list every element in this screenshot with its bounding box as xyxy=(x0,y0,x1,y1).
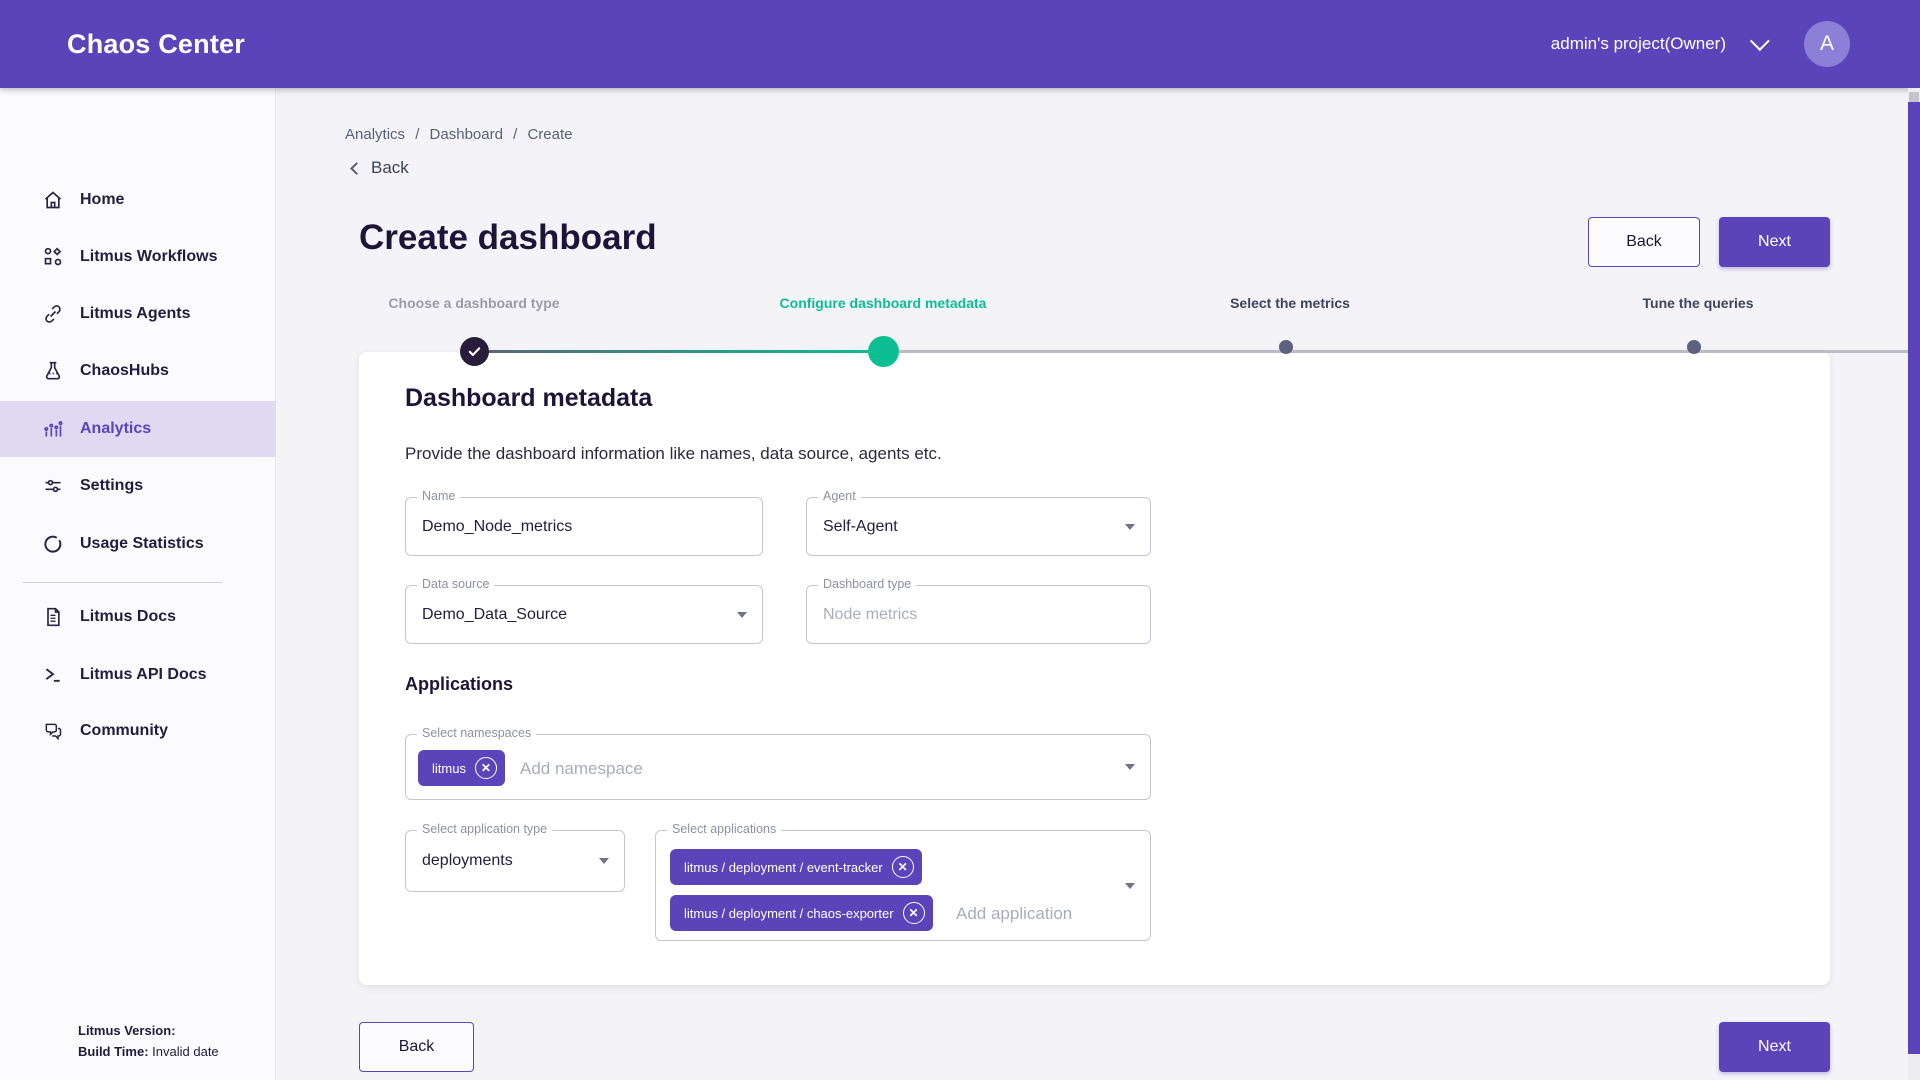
sidebar-item-home[interactable]: Home xyxy=(0,172,276,228)
step-label-tune-queries: Tune the queries xyxy=(1643,295,1754,311)
namespaces-field-label: Select namespaces xyxy=(417,726,536,740)
chip-remove-icon[interactable]: ✕ xyxy=(475,757,497,779)
breadcrumb-separator: / xyxy=(513,126,517,143)
application-type-select[interactable]: Select application type deployments xyxy=(405,830,625,892)
sidebar-item-litmus-api-docs[interactable]: Litmus API Docs xyxy=(0,647,276,703)
step-label-select-metrics: Select the metrics xyxy=(1230,295,1350,311)
step-dot-current[interactable] xyxy=(868,336,899,367)
agent-select[interactable]: Agent Self-Agent xyxy=(806,497,1151,556)
stepper-connector-done xyxy=(474,350,883,353)
page-scrollbar[interactable] xyxy=(1908,88,1920,1080)
breadcrumb-separator: / xyxy=(415,126,419,143)
namespaces-placeholder[interactable]: Add namespace xyxy=(520,759,643,779)
sliders-icon xyxy=(42,475,64,497)
sidebar-divider xyxy=(22,582,222,583)
sidebar-item-usage-statistics[interactable]: Usage Statistics xyxy=(0,516,276,572)
chip-remove-icon[interactable]: ✕ xyxy=(903,902,925,924)
dashboard-metadata-card: Dashboard metadata Provide the dashboard… xyxy=(359,352,1830,985)
sidebar-item-chaoshubs[interactable]: ChaosHubs xyxy=(0,343,276,399)
sidebar-item-settings[interactable]: Settings xyxy=(0,458,276,514)
app-header: Chaos Center admin's project(Owner) A xyxy=(0,0,1920,88)
dashboard-type-input[interactable] xyxy=(823,586,1115,643)
data-source-selected-value: Demo_Data_Source xyxy=(422,606,567,624)
scrollbar-thumb[interactable] xyxy=(1908,102,1920,1054)
sidebar-item-litmus-workflows[interactable]: Litmus Workflows xyxy=(0,229,276,285)
application-chip: litmus / deployment / event-tracker ✕ xyxy=(670,849,922,885)
applications-field-label: Select applications xyxy=(667,822,781,836)
flask-icon xyxy=(42,360,64,382)
sidebar-item-community[interactable]: Community xyxy=(0,703,276,759)
next-button-bottom[interactable]: Next xyxy=(1719,1022,1830,1072)
application-type-selected-value: deployments xyxy=(422,852,513,870)
namespaces-multiselect[interactable]: Select namespaces litmus ✕ Add namespace xyxy=(405,734,1151,800)
app-title: Chaos Center xyxy=(67,29,245,60)
terminal-icon xyxy=(42,664,64,686)
sidebar-item-analytics[interactable]: Analytics xyxy=(0,401,276,457)
workflows-icon xyxy=(42,246,64,268)
main-content: Analytics / Dashboard / Create Back Crea… xyxy=(276,88,1908,1080)
applications-multiselect[interactable]: Select applications litmus / deployment … xyxy=(655,830,1151,941)
step-dot-select-metrics[interactable] xyxy=(1279,340,1293,354)
next-button-top[interactable]: Next xyxy=(1719,217,1830,267)
breadcrumb: Analytics / Dashboard / Create xyxy=(345,126,578,143)
home-icon xyxy=(42,189,64,211)
sidebar: Home Litmus Workflows Litmus Agents Chao… xyxy=(0,88,276,1080)
page-title: Create dashboard xyxy=(359,218,657,258)
back-button-bottom[interactable]: Back xyxy=(359,1022,474,1072)
breadcrumb-dashboard[interactable]: Dashboard xyxy=(430,126,503,143)
bar-chart-icon xyxy=(42,418,64,440)
step-dot-tune-queries[interactable] xyxy=(1687,340,1701,354)
scrollbar-cap xyxy=(1909,92,1919,102)
step-label-configure-metadata: Configure dashboard metadata xyxy=(780,295,987,311)
name-field[interactable]: Name xyxy=(405,497,763,556)
data-source-select[interactable]: Data source Demo_Data_Source xyxy=(405,585,763,644)
circle-icon xyxy=(42,533,64,555)
section-title: Dashboard metadata xyxy=(405,384,652,413)
dropdown-arrow-icon[interactable] xyxy=(1125,883,1135,889)
step-label-choose-type: Choose a dashboard type xyxy=(388,295,559,311)
dropdown-arrow-icon[interactable] xyxy=(737,612,747,618)
back-link[interactable]: Back xyxy=(352,158,409,178)
step-dot-done-check-icon[interactable] xyxy=(460,337,489,366)
name-input[interactable] xyxy=(422,498,725,555)
build-time-label: Build Time: xyxy=(78,1044,149,1059)
chip-remove-icon[interactable]: ✕ xyxy=(892,856,914,878)
breadcrumb-analytics[interactable]: Analytics xyxy=(345,126,405,143)
chevron-down-icon[interactable] xyxy=(1750,31,1770,51)
dropdown-arrow-icon[interactable] xyxy=(1125,764,1135,770)
sidebar-item-litmus-agents[interactable]: Litmus Agents xyxy=(0,286,276,342)
applications-section-title: Applications xyxy=(405,674,513,695)
version-label: Litmus Version: xyxy=(78,1023,176,1038)
breadcrumb-create[interactable]: Create xyxy=(527,126,572,143)
agent-selected-value: Self-Agent xyxy=(823,518,898,536)
agent-field-label: Agent xyxy=(818,489,861,503)
chevron-left-icon xyxy=(350,162,363,175)
namespace-chip: litmus ✕ xyxy=(418,750,505,786)
dashboard-type-field[interactable]: Dashboard type xyxy=(806,585,1151,644)
dropdown-arrow-icon[interactable] xyxy=(1125,524,1135,530)
sidebar-item-litmus-docs[interactable]: Litmus Docs xyxy=(0,589,276,645)
document-icon xyxy=(42,606,64,628)
chat-icon xyxy=(42,720,64,742)
dropdown-arrow-icon[interactable] xyxy=(599,858,609,864)
application-chip: litmus / deployment / chaos-exporter ✕ xyxy=(670,895,933,931)
project-selector-label[interactable]: admin's project(Owner) xyxy=(1551,34,1726,54)
back-button-top[interactable]: Back xyxy=(1588,217,1700,267)
section-subtitle: Provide the dashboard information like n… xyxy=(405,444,942,464)
version-info: Litmus Version: Build Time: Invalid date xyxy=(78,1020,219,1062)
application-type-field-label: Select application type xyxy=(417,822,552,836)
applications-placeholder[interactable]: Add application xyxy=(956,904,1072,924)
link-icon xyxy=(42,303,64,325)
build-time-value: Invalid date xyxy=(152,1044,219,1059)
avatar[interactable]: A xyxy=(1804,21,1850,67)
data-source-field-label: Data source xyxy=(417,577,494,591)
